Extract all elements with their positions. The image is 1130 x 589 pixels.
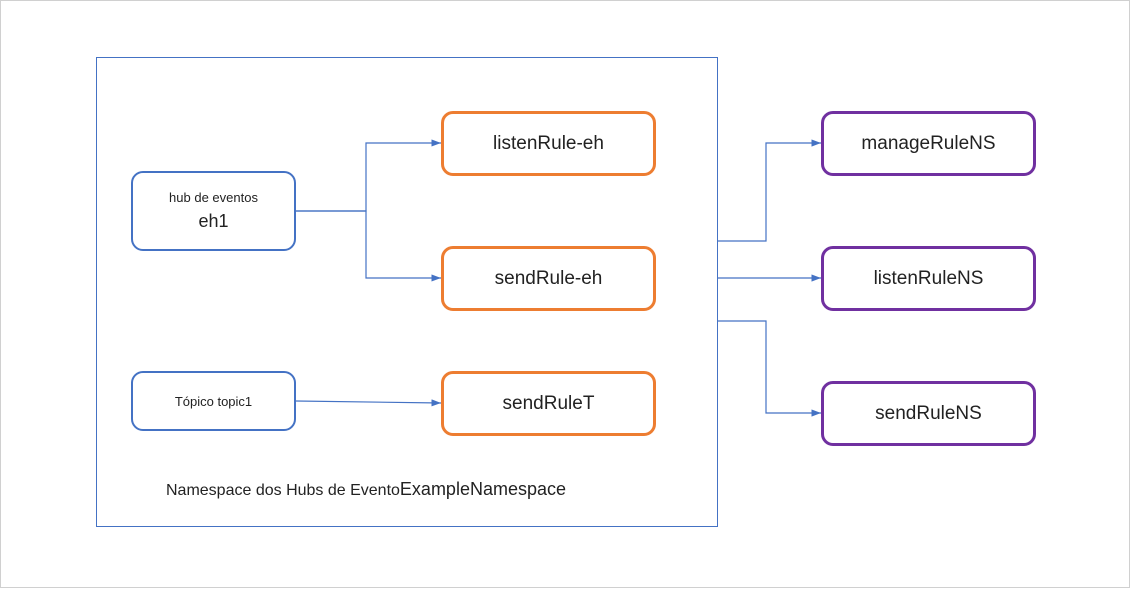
send-rule-eh-label: sendRule-eh xyxy=(495,268,603,290)
manage-rule-ns-label: manageRuleNS xyxy=(861,133,995,155)
eventhub-name: eh1 xyxy=(198,211,228,232)
namespace-caption-prefix: Namespace dos Hubs de Evento xyxy=(166,482,400,499)
listen-rule-ns-label: listenRuleNS xyxy=(874,268,984,290)
send-rule-ns-label: sendRuleNS xyxy=(875,403,982,425)
node-eventhub-eh1: hub de eventos eh1 xyxy=(131,171,296,251)
node-topic-topic1: Tópico topic1 xyxy=(131,371,296,431)
listen-rule-eh-label: listenRule-eh xyxy=(493,133,604,155)
node-manage-rule-ns: manageRuleNS xyxy=(821,111,1036,176)
node-send-rule-eh: sendRule-eh xyxy=(441,246,656,311)
node-send-rule-t: sendRuleT xyxy=(441,371,656,436)
node-listen-rule-eh: listenRule-eh xyxy=(441,111,656,176)
node-listen-rule-ns: listenRuleNS xyxy=(821,246,1036,311)
namespace-caption: Namespace dos Hubs de EventoExampleNames… xyxy=(166,479,566,500)
send-rule-t-label: sendRuleT xyxy=(503,393,595,415)
eventhub-label: hub de eventos xyxy=(169,190,258,205)
diagram-frame: hub de eventos eh1 Tópico topic1 listenR… xyxy=(0,0,1130,588)
node-send-rule-ns: sendRuleNS xyxy=(821,381,1036,446)
topic-label: Tópico topic1 xyxy=(175,394,252,409)
namespace-caption-name: ExampleNamespace xyxy=(400,479,566,499)
